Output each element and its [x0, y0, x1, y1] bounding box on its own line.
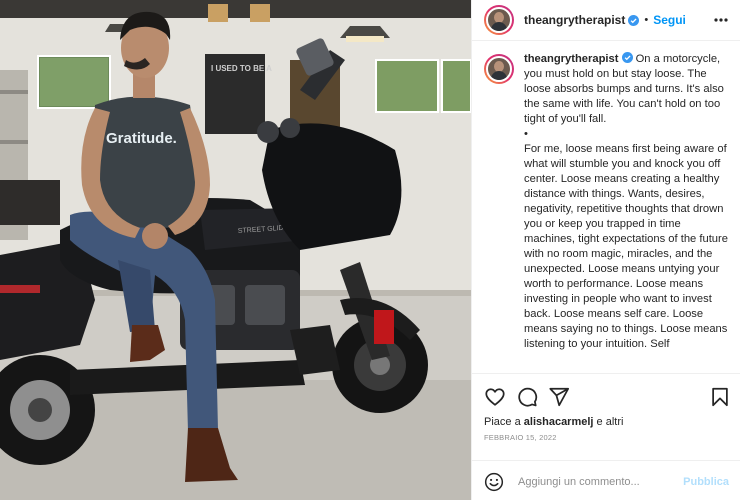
post-photo[interactable]: I USED TO BE A STREET GLIDE Gratitude.	[0, 0, 471, 500]
shirt-graphic-text: Gratitude.	[106, 130, 177, 147]
publish-button[interactable]: Pubblica	[683, 476, 729, 488]
verified-badge-icon	[621, 52, 633, 63]
post-date[interactable]: FEBBRAIO 15, 2022	[484, 433, 557, 442]
caption-username[interactable]: theangrytherapist	[524, 53, 619, 65]
photo-illustration: I USED TO BE A STREET GLIDE Gratitude.	[0, 0, 471, 500]
comment-input[interactable]: Aggiungi un commento...	[518, 476, 683, 488]
caption-paragraph-2: For me, loose means first being aware of…	[524, 143, 728, 350]
comment-icon[interactable]	[516, 386, 538, 408]
avatar[interactable]	[484, 5, 514, 35]
likes-summary: Piace a alishacarmelj e altri	[484, 416, 623, 428]
follow-button[interactable]: Segui	[653, 13, 686, 27]
caption-avatar[interactable]	[484, 54, 514, 84]
likes-suffix[interactable]: e altri	[597, 416, 624, 428]
post-caption: theangrytherapist On a motorcycle, you m…	[472, 52, 740, 372]
more-options-icon[interactable]	[711, 10, 731, 30]
emoji-icon[interactable]	[484, 472, 504, 492]
bookmark-save-icon[interactable]	[709, 386, 731, 408]
verified-badge-icon	[628, 14, 640, 26]
likes-prefix: Piace a	[484, 416, 521, 428]
caption-bullet: •	[524, 128, 528, 140]
post-header: theangrytherapist • Segui	[472, 0, 740, 41]
post-side-panel: theangrytherapist • Segui theangrytherap…	[471, 0, 740, 500]
comment-bar: Aggiungi un commento... Pubblica	[472, 460, 740, 500]
post-actions: Piace a alishacarmelj e altri FEBBRAIO 1…	[472, 373, 740, 500]
like-heart-icon[interactable]	[484, 386, 506, 408]
share-send-icon[interactable]	[548, 386, 570, 408]
separator-dot: •	[644, 14, 649, 26]
wall-sign-text: I USED TO BE A	[211, 64, 272, 73]
username-link[interactable]: theangrytherapist	[524, 13, 625, 27]
caption-text: theangrytherapist On a motorcycle, you m…	[524, 52, 730, 372]
likes-user-link[interactable]: alishacarmelj	[524, 416, 594, 428]
